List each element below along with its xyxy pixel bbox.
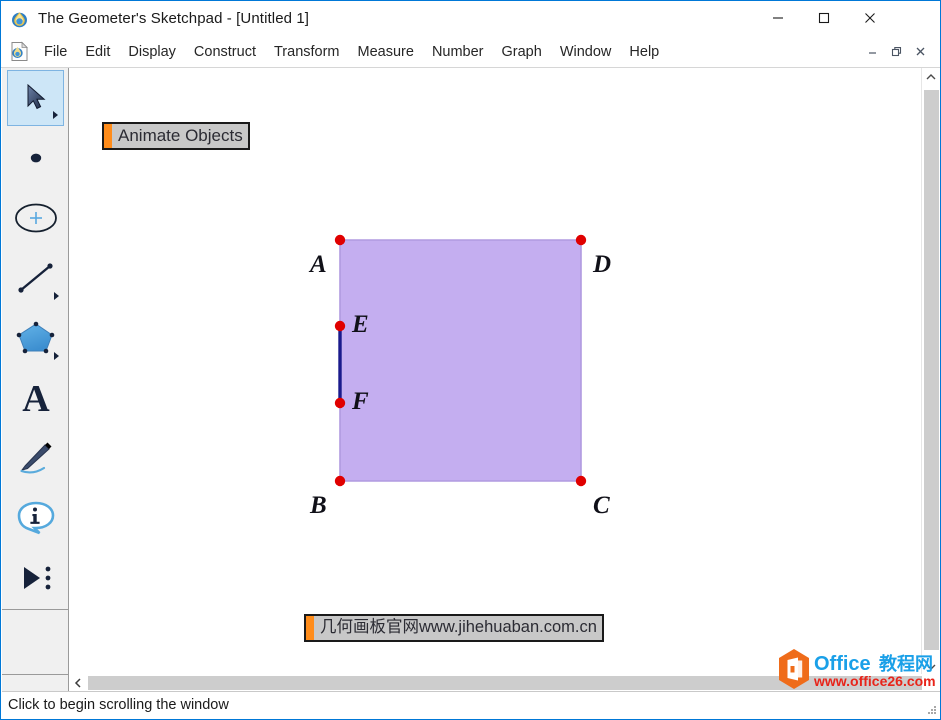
watermark-button-color-bar [306,616,314,640]
close-button[interactable] [847,1,893,35]
menu-item-number[interactable]: Number [423,40,493,64]
point-f[interactable] [334,397,346,409]
point-label-a[interactable]: A [308,251,327,278]
sketch-canvas[interactable]: A D E F B C Animate Objects 几何画板官网www.jihehua… [69,68,923,676]
maximize-button[interactable] [801,1,847,35]
custom-tool[interactable] [7,550,64,606]
horizontal-scrollbar-thumb[interactable] [88,676,922,690]
horizontal-scrollbar[interactable] [69,674,923,691]
scroll-down-icon[interactable] [922,658,940,676]
toolbox-panel: A [2,68,69,676]
vertical-scrollbar[interactable] [921,68,939,676]
minimize-button[interactable] [755,1,801,35]
point-label-e[interactable]: E [351,311,369,338]
watermark-link-label: 几何画板官网www.jihehuaban.com.cn [320,618,597,636]
marker-tool[interactable] [7,430,64,486]
square-abcd [339,239,582,482]
menu-item-graph[interactable]: Graph [493,40,551,64]
menu-item-edit[interactable]: Edit [76,40,119,64]
status-bar: Click to begin scrolling the window [2,691,940,718]
polygon-tool[interactable] [7,310,64,366]
animate-button-color-bar [104,124,112,148]
point-b[interactable] [334,475,346,487]
menu-item-construct[interactable]: Construct [185,40,265,64]
mdi-close-button[interactable] [909,41,932,62]
scroll-up-icon[interactable] [922,68,940,86]
menu-item-display[interactable]: Display [119,40,185,64]
mdi-restore-button[interactable] [885,41,908,62]
animate-objects-label: Animate Objects [118,126,243,145]
point-label-f[interactable]: F [351,388,369,415]
menu-bar: File Edit Display Construct Transform Me… [1,36,940,68]
animate-objects-button[interactable]: Animate Objects [102,122,250,150]
point-c[interactable] [575,475,587,487]
menu-item-measure[interactable]: Measure [349,40,423,64]
point-label-c[interactable]: C [593,492,610,519]
tool-flyout-arrow-polygon[interactable] [54,352,59,360]
point-label-d[interactable]: D [592,251,611,278]
point-e[interactable] [334,320,346,332]
point-d[interactable] [575,234,587,246]
title-bar: The Geometer's Sketchpad - [Untitled 1] [1,1,940,36]
arrow-select-tool[interactable] [7,70,64,126]
svg-text:A: A [22,378,50,418]
straightedge-tool[interactable] [7,250,64,306]
scroll-left-icon[interactable] [69,674,86,691]
menu-item-help[interactable]: Help [620,40,668,64]
compass-circle-tool[interactable] [7,190,64,246]
text-tool[interactable]: A [7,370,64,426]
status-message: Click to begin scrolling the window [8,697,229,713]
sketchpad-window: The Geometer's Sketchpad - [Untitled 1] … [0,0,941,720]
information-tool[interactable] [7,490,64,546]
menu-item-window[interactable]: Window [551,40,621,64]
sketch-figure: A D E F B C [308,234,611,519]
sketchpad-droplet-icon [10,9,30,29]
document-droplet-icon [10,41,29,62]
tool-flyout-arrow-select[interactable] [53,111,58,119]
resize-grip-icon[interactable] [926,703,938,715]
window-title: The Geometer's Sketchpad - [Untitled 1] [38,10,310,27]
scrollbar-corner [2,674,69,691]
vertical-scrollbar-thumb[interactable] [924,90,939,650]
menu-item-transform[interactable]: Transform [265,40,349,64]
point-a[interactable] [334,234,346,246]
mdi-minimize-button[interactable] [861,41,884,62]
menu-item-file[interactable]: File [35,40,76,64]
tool-flyout-arrow-straightedge[interactable] [54,292,59,300]
point-tool[interactable] [7,130,64,186]
point-label-b[interactable]: B [309,492,327,519]
watermark-link-button[interactable]: 几何画板官网www.jihehuaban.com.cn [304,614,604,642]
